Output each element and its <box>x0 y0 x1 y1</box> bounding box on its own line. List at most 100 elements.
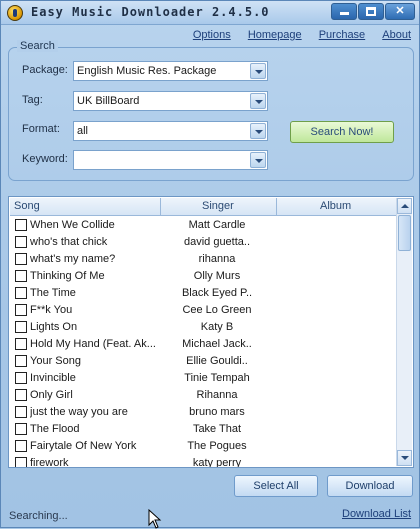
table-row[interactable]: Your Song Ellie Gouldi.. <box>10 353 397 370</box>
song-title: When We Collide <box>30 219 115 231</box>
singer-name: david guetta.. <box>183 236 251 248</box>
table-row[interactable]: Invincible Tinie Tempah <box>10 370 397 387</box>
column-album[interactable]: Album <box>320 200 351 212</box>
keyword-input[interactable] <box>73 150 268 170</box>
search-group-title: Search <box>17 40 58 52</box>
search-group: Search Package: English Music Res. Packa… <box>8 40 414 181</box>
tag-value: UK BillBoard <box>77 95 140 107</box>
table-row[interactable]: firework katy perry <box>10 455 397 467</box>
row-checkbox[interactable] <box>15 236 27 248</box>
song-list[interactable]: Song Singer Album When We Collide Matt Ca… <box>8 196 414 468</box>
package-value: English Music Res. Package <box>77 65 217 77</box>
options-link[interactable]: Options <box>193 29 231 41</box>
singer-name: Olly Murs <box>193 270 241 282</box>
table-row[interactable]: When We Collide Matt Cardle <box>10 217 397 234</box>
singer-name: Katy B <box>200 321 234 333</box>
singer-name: katy perry <box>192 457 242 467</box>
table-row[interactable]: Thinking Of Me Olly Murs <box>10 268 397 285</box>
list-header: Song Singer Album <box>10 198 397 216</box>
minimize-icon <box>339 12 349 15</box>
chevron-down-icon[interactable] <box>250 63 266 79</box>
table-row[interactable]: Only Girl Rihanna <box>10 387 397 404</box>
tag-select[interactable]: UK BillBoard <box>73 91 268 111</box>
table-row[interactable]: Lights On Katy B <box>10 319 397 336</box>
download-list-link[interactable]: Download List <box>342 508 411 520</box>
minimize-button[interactable] <box>331 3 357 20</box>
row-checkbox[interactable] <box>15 253 27 265</box>
about-link[interactable]: About <box>382 29 411 41</box>
table-row[interactable]: just the way you are bruno mars <box>10 404 397 421</box>
song-title: Lights On <box>30 321 78 333</box>
scroll-up-icon[interactable] <box>397 198 412 214</box>
scroll-down-icon[interactable] <box>397 450 412 466</box>
package-label: Package: <box>22 64 68 76</box>
singer-name: The Pogues <box>187 440 247 452</box>
row-checkbox[interactable] <box>15 355 27 367</box>
row-checkbox[interactable] <box>15 423 27 435</box>
row-checkbox[interactable] <box>15 270 27 282</box>
singer-name: Matt Cardle <box>188 219 246 231</box>
table-row[interactable]: F**k You Cee Lo Green <box>10 302 397 319</box>
singer-name: Take That <box>192 423 242 435</box>
singer-name: bruno mars <box>189 406 245 418</box>
singer-name: Black Eyed P.. <box>181 287 253 299</box>
chevron-down-icon[interactable] <box>250 93 266 109</box>
search-now-button[interactable]: Search Now! <box>290 121 394 143</box>
table-row[interactable]: what's my name? rihanna <box>10 251 397 268</box>
tag-label: Tag: <box>22 94 43 106</box>
singer-name: Tinie Tempah <box>184 372 250 384</box>
table-row[interactable]: The Flood Take That <box>10 421 397 438</box>
title-bar[interactable]: Easy Music Downloader 2.4.5.0 ✕ <box>1 1 419 25</box>
song-title: just the way you are <box>30 406 128 418</box>
row-checkbox[interactable] <box>15 287 27 299</box>
column-divider <box>276 198 277 216</box>
format-value: all <box>77 125 89 137</box>
column-song[interactable]: Song <box>14 200 40 212</box>
status-text: Searching... <box>9 510 68 522</box>
window-title: Easy Music Downloader 2.4.5.0 <box>31 5 270 19</box>
list-rows: When We Collide Matt Cardle who's that chi… <box>10 217 397 467</box>
table-row[interactable]: who's that chick david guetta.. <box>10 234 397 251</box>
song-title: Fairytale Of New York <box>30 440 137 452</box>
song-title: Thinking Of Me <box>30 270 105 282</box>
scroll-thumb[interactable] <box>398 215 411 251</box>
package-select[interactable]: English Music Res. Package <box>73 61 268 81</box>
song-title: who's that chick <box>30 236 108 248</box>
maximize-button[interactable] <box>358 3 384 20</box>
row-checkbox[interactable] <box>15 304 27 316</box>
column-divider <box>160 198 161 216</box>
chevron-down-icon[interactable] <box>250 152 266 168</box>
row-checkbox[interactable] <box>15 389 27 401</box>
row-checkbox[interactable] <box>15 406 27 418</box>
format-select[interactable]: all <box>73 121 268 141</box>
row-checkbox[interactable] <box>15 338 27 350</box>
row-checkbox[interactable] <box>15 219 27 231</box>
table-row[interactable]: The Time Black Eyed P.. <box>10 285 397 302</box>
keyword-label: Keyword: <box>22 153 68 165</box>
song-title: The Flood <box>30 423 80 435</box>
column-singer[interactable]: Singer <box>202 200 234 212</box>
song-title: F**k You <box>30 304 73 316</box>
row-checkbox[interactable] <box>15 440 27 452</box>
download-button[interactable]: Download <box>327 475 413 497</box>
singer-name: Michael Jack.. <box>182 338 252 350</box>
homepage-link[interactable]: Homepage <box>248 29 302 41</box>
row-checkbox[interactable] <box>15 321 27 333</box>
close-button[interactable]: ✕ <box>385 3 415 20</box>
song-title: what's my name? <box>30 253 116 265</box>
close-icon: ✕ <box>395 5 405 17</box>
row-checkbox[interactable] <box>15 372 27 384</box>
song-title: firework <box>30 457 69 467</box>
table-row[interactable]: Fairytale Of New York The Pogues <box>10 438 397 455</box>
list-scrollbar[interactable] <box>396 198 412 466</box>
format-label: Format: <box>22 123 60 135</box>
row-checkbox[interactable] <box>15 457 27 467</box>
purchase-link[interactable]: Purchase <box>319 29 365 41</box>
singer-name: Ellie Gouldi.. <box>186 355 248 367</box>
song-title: Your Song <box>30 355 81 367</box>
select-all-button[interactable]: Select All <box>234 475 318 497</box>
top-links: Options Homepage Purchase About <box>179 29 411 41</box>
table-row[interactable]: Hold My Hand (Feat. Ak... Michael Jack.. <box>10 336 397 353</box>
maximize-icon <box>366 7 376 16</box>
chevron-down-icon[interactable] <box>250 123 266 139</box>
